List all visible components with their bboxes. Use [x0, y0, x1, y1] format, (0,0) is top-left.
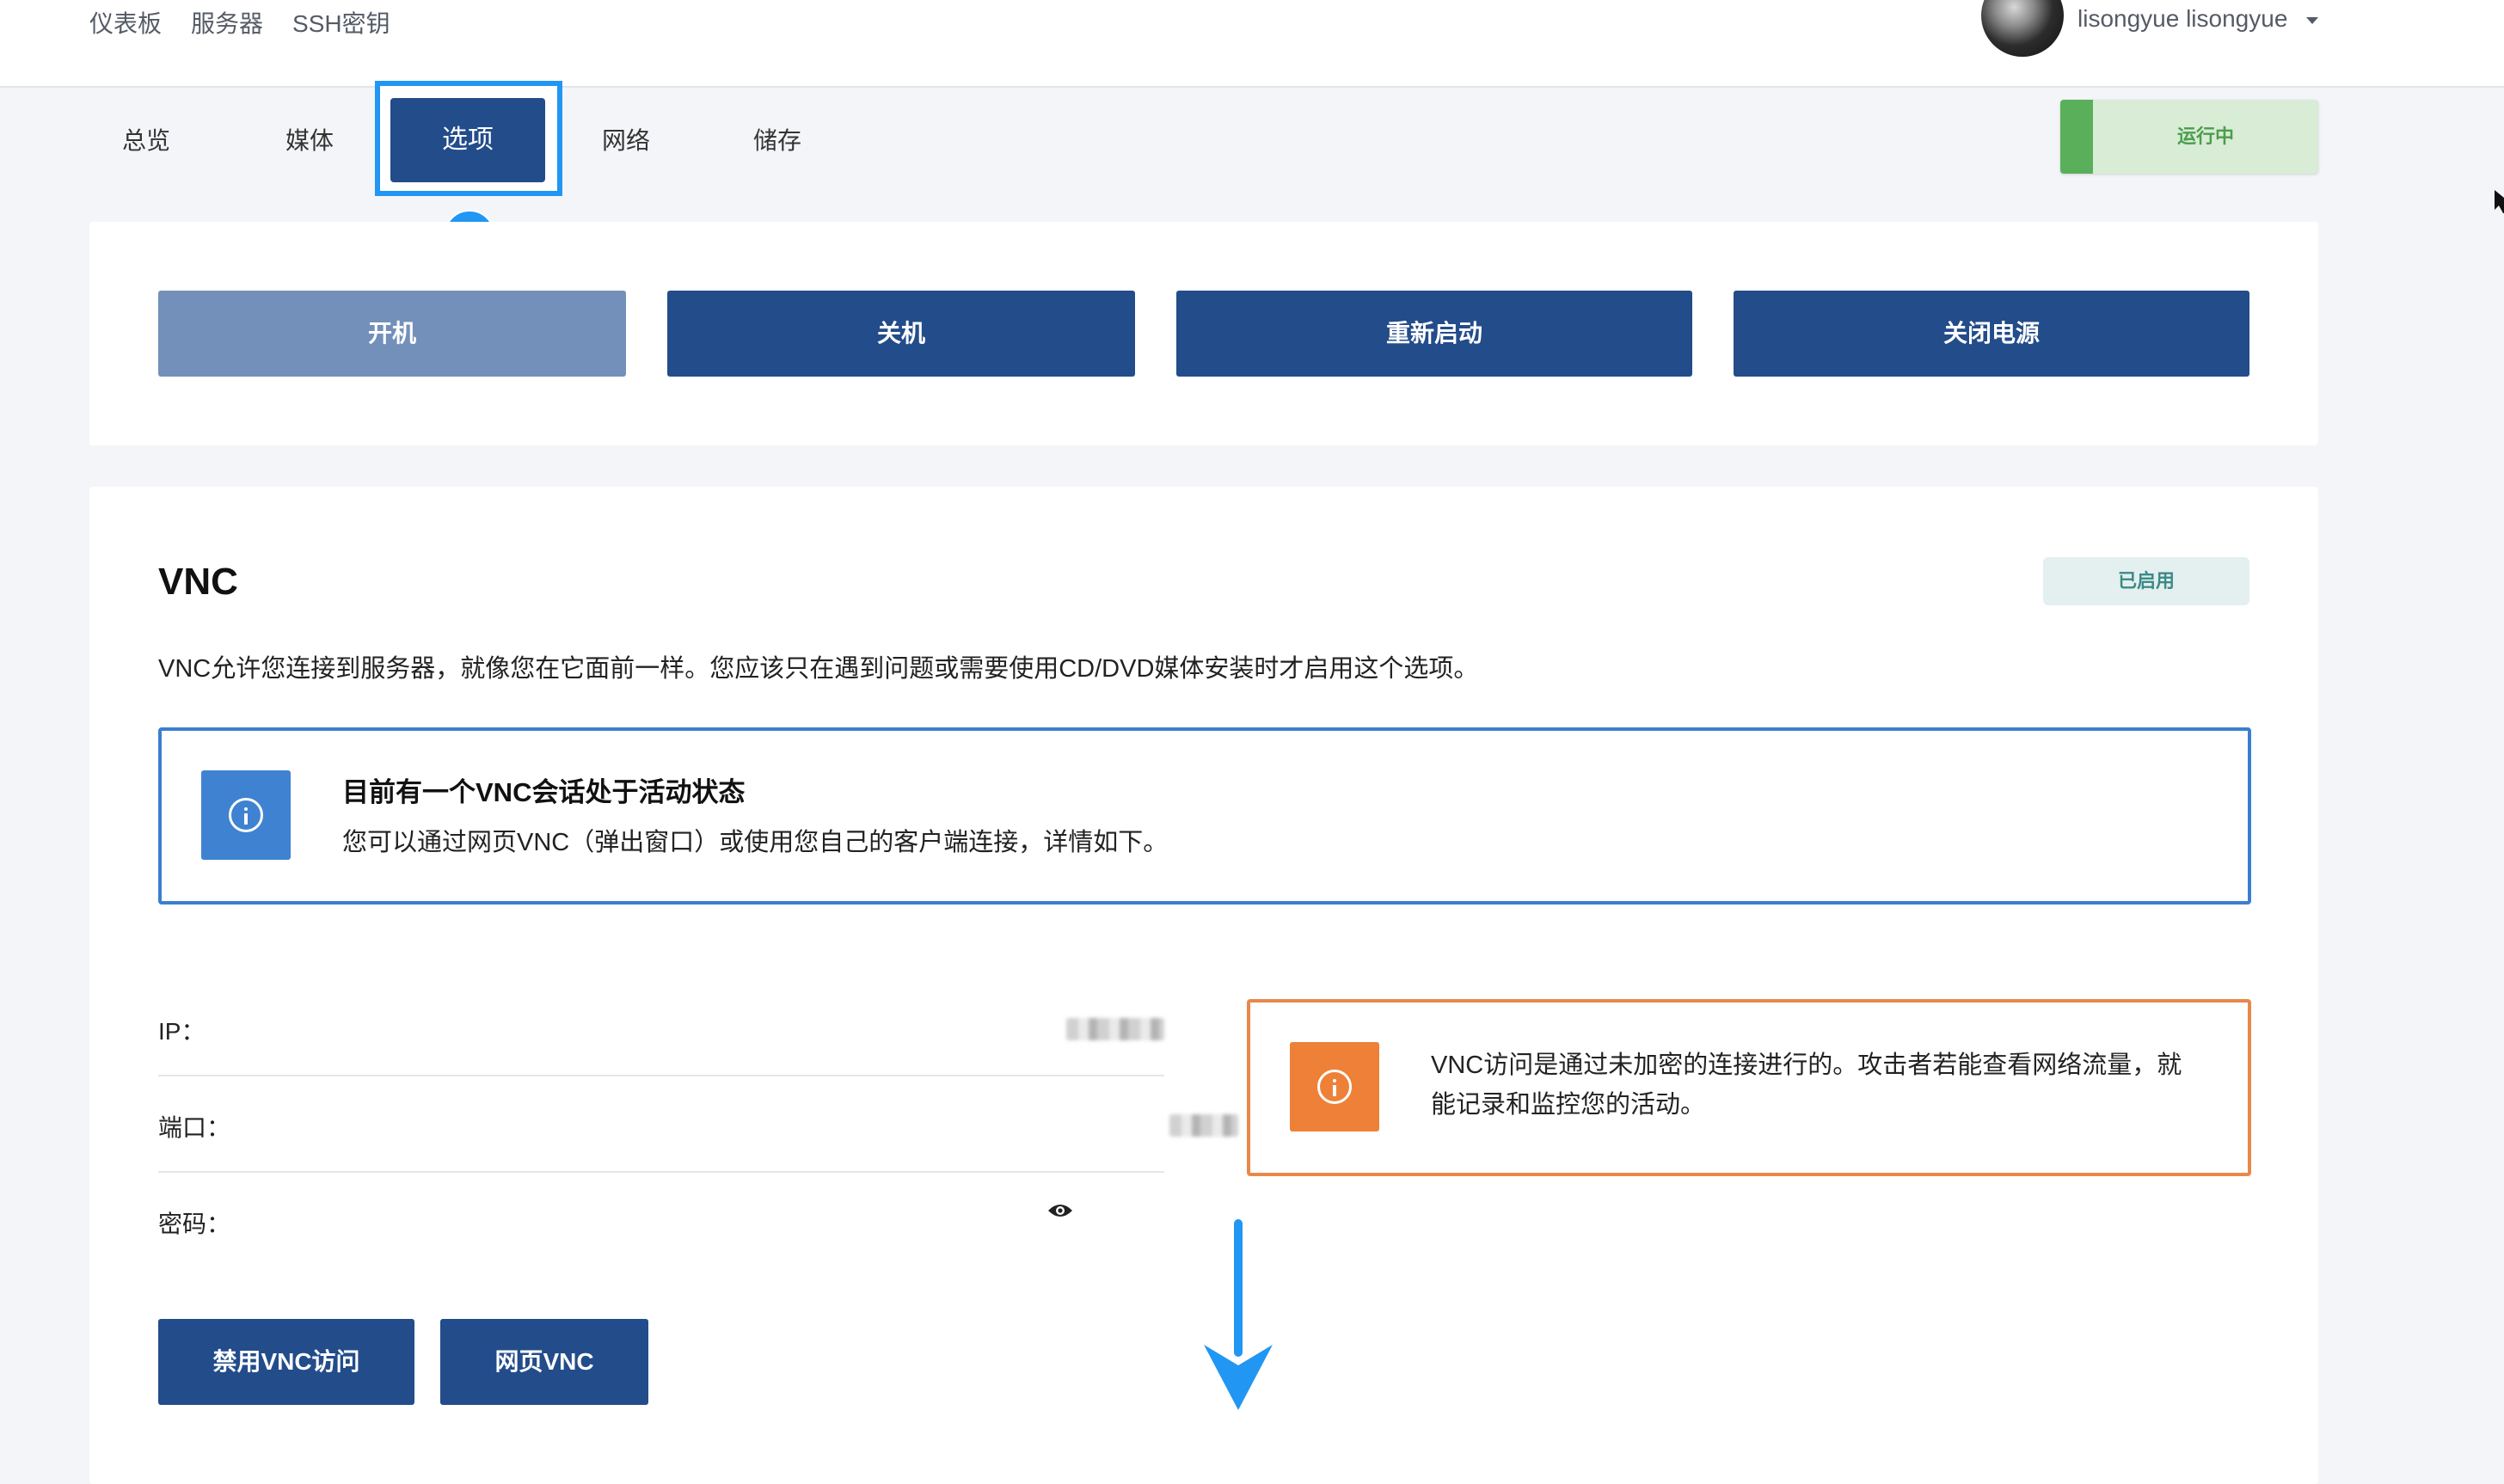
session-info-title: 目前有一个VNC会话处于活动状态	[342, 777, 746, 807]
tab-overview[interactable]: 总览	[115, 119, 177, 163]
port-row: 端口：	[158, 1076, 1238, 1173]
status-label: 运行中	[2176, 126, 2234, 147]
arrow-down-icon	[1204, 1219, 1273, 1410]
nav-dashboard[interactable]: 仪表板	[89, 5, 162, 40]
tab-network[interactable]: 网络	[595, 119, 657, 163]
session-info-text: 您可以通过网页VNC（弹出窗口）或使用您自己的客户端连接，详情如下。	[342, 829, 1169, 856]
top-nav: 仪表板 服务器 SSH密钥	[89, 5, 390, 40]
top-bar: 仪表板 服务器 SSH密钥 lisongyue lisongyue	[0, 0, 2504, 88]
power-off-button[interactable]: 关闭电源	[1734, 291, 2249, 377]
password-label: 密码：	[158, 1211, 231, 1237]
disable-vnc-button[interactable]: 禁用VNC访问	[158, 1319, 414, 1405]
avatar[interactable]	[1981, 0, 2064, 57]
status-badge: 运行中	[2060, 100, 2318, 174]
warning-text: VNC访问是通过未加密的连接进行的。攻击者若能查看网络流量，就能记录和监控您的活…	[1431, 1052, 2182, 1119]
restart-button[interactable]: 重新启动	[1176, 291, 1692, 377]
vnc-title: VNC	[158, 561, 238, 603]
eye-icon[interactable]	[1047, 1202, 1073, 1219]
status-indicator	[2060, 100, 2093, 174]
vnc-description: VNC允许您连接到服务器，就像您在它面前一样。您应该只在遇到问题或需要使用CD/…	[158, 655, 1479, 683]
nav-servers[interactable]: 服务器	[191, 5, 263, 40]
port-value-redacted[interactable]	[1169, 1114, 1238, 1137]
tab-options[interactable]: 选项	[390, 98, 545, 182]
mouse-cursor-icon	[2495, 190, 2504, 213]
warning-info-icon	[1290, 1042, 1379, 1131]
session-info-alert: 目前有一个VNC会话处于活动状态 您可以通过网页VNC（弹出窗口）或使用您自己的…	[158, 727, 2251, 905]
ip-label: IP：	[158, 1018, 206, 1045]
caret-down-icon[interactable]	[2306, 17, 2318, 24]
info-icon	[201, 770, 291, 860]
tab-storage[interactable]: 储存	[746, 119, 808, 163]
tab-media[interactable]: 媒体	[279, 119, 341, 163]
nav-ssh-keys[interactable]: SSH密钥	[292, 5, 390, 40]
ip-value-redacted[interactable]	[1066, 1018, 1164, 1040]
vnc-state-badge: 已启用	[2043, 557, 2249, 605]
user-name[interactable]: lisongyue lisongyue	[2077, 5, 2287, 33]
unencrypted-warning-alert: VNC访问是通过未加密的连接进行的。攻击者若能查看网络流量，就能记录和监控您的活…	[1247, 999, 2251, 1176]
password-row: 密码：	[158, 1173, 1164, 1269]
power-on-button[interactable]: 开机	[158, 291, 626, 377]
shutdown-button[interactable]: 关机	[667, 291, 1135, 377]
port-label: 端口：	[158, 1114, 231, 1141]
web-vnc-button[interactable]: 网页VNC	[440, 1319, 648, 1405]
power-controls-card: 开机 关机 重新启动 关闭电源	[89, 222, 2318, 445]
ip-row: IP：	[158, 980, 1164, 1076]
